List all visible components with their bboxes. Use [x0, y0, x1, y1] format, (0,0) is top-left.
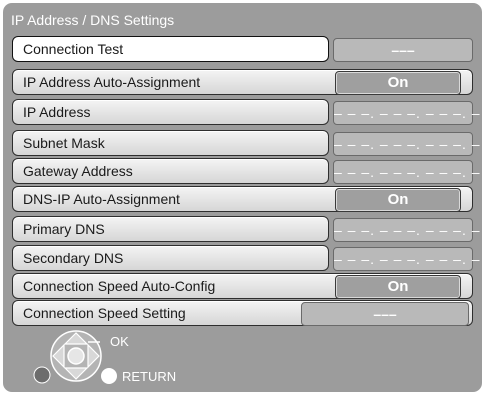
subnet-mask-value: – – –. – – –. – – –. – – – [333, 132, 485, 156]
primary-dns-value: – – –. – – –. – – –. – – – [333, 218, 485, 242]
speed-auto-config-value: On [335, 275, 461, 299]
connection-test-button[interactable]: Connection Test [12, 36, 329, 62]
ok-label: OK [110, 334, 129, 349]
subnet-mask-label: Subnet Mask [12, 130, 329, 156]
page-title: IP Address / DNS Settings [11, 12, 175, 28]
secondary-dns-label: Secondary DNS [12, 245, 329, 271]
return-label: RETURN [122, 369, 177, 384]
ip-auto-assignment-value: On [335, 71, 461, 95]
dns-auto-assignment-value: On [335, 188, 461, 212]
speed-setting-value: ––– [301, 302, 469, 326]
secondary-dns-value: – – –. – – –. – – –. – – – [333, 247, 485, 271]
primary-dns-label: Primary DNS [12, 216, 329, 242]
ip-address-label: IP Address [12, 99, 329, 125]
gateway-address-value: – – –. – – –. – – –. – – – [333, 160, 485, 184]
ip-address-value: – – –. – – –. – – –. – – – [333, 101, 485, 125]
connection-test-value: ––– [333, 38, 473, 62]
remote-nav-legend: OK RETURN [30, 330, 200, 388]
gateway-address-label: Gateway Address [12, 158, 329, 184]
